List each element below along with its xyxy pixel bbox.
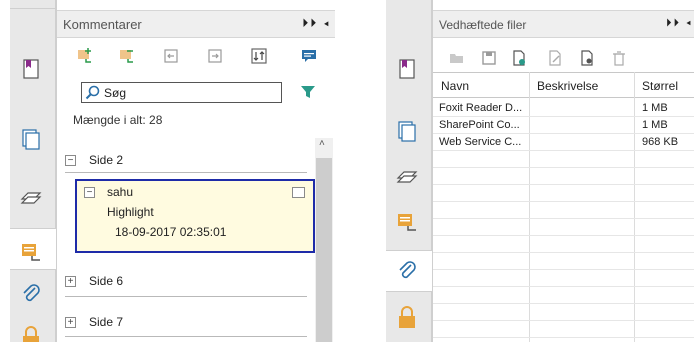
- comments-main: Kommentarer ⏵⏵ ◂ Søg Mængde i alt: 28 − …: [56, 0, 335, 342]
- import-icon[interactable]: [163, 48, 179, 64]
- add-file-icon[interactable]: [511, 50, 527, 66]
- group-side-7[interactable]: + Side 7: [65, 313, 315, 333]
- comments-title-bar: Kommentarer ⏵⏵ ◂: [57, 10, 335, 38]
- group-label: Side 7: [89, 315, 124, 329]
- file-size: 1 MB: [642, 119, 668, 131]
- layers-icon[interactable]: [396, 164, 418, 186]
- save-icon[interactable]: [481, 50, 497, 66]
- expand-toggle[interactable]: +: [65, 276, 76, 287]
- pages-icon[interactable]: [20, 128, 42, 150]
- scroll-thumb[interactable]: [316, 158, 332, 342]
- sort-icon[interactable]: [251, 48, 267, 64]
- empty-row: [433, 321, 694, 338]
- add-comment-icon[interactable]: [77, 48, 93, 64]
- attachments-main: Vedhæftede filer ⏵⏵ ◂ Navn Beskrivelse S…: [432, 0, 694, 342]
- empty-row: [433, 168, 694, 185]
- comments-panel: Kommentarer ⏵⏵ ◂ Søg Mængde i alt: 28 − …: [10, 0, 335, 342]
- file-name: Web Service C...: [439, 136, 522, 148]
- empty-row: [433, 304, 694, 321]
- column-header-size[interactable]: Størrel: [642, 79, 678, 93]
- open-folder-icon[interactable]: [449, 50, 465, 66]
- collapse-toggle[interactable]: −: [65, 155, 76, 166]
- empty-row: [433, 287, 694, 304]
- collapse-toggle[interactable]: −: [84, 187, 95, 198]
- attachments-table: Navn Beskrivelse Størrel Foxit Reader D.…: [433, 72, 694, 342]
- selected-comment-card[interactable]: − sahu Highlight 18-09-2017 02:35:01: [75, 179, 315, 253]
- group-side-6[interactable]: + Side 6: [65, 272, 315, 292]
- table-row[interactable]: Foxit Reader D... 1 MB: [433, 100, 694, 117]
- panel-title: Vedhæftede filer: [439, 18, 527, 32]
- search-placeholder: Søg: [104, 86, 127, 100]
- table-row[interactable]: Web Service C... 968 KB: [433, 134, 694, 151]
- empty-row: [433, 185, 694, 202]
- pages-icon[interactable]: [396, 120, 418, 142]
- attachment-icon[interactable]: [396, 260, 418, 282]
- empty-row: [433, 253, 694, 270]
- empty-row: [433, 202, 694, 219]
- empty-row: [433, 219, 694, 236]
- group-label: Side 2: [89, 153, 124, 167]
- vertical-scrollbar[interactable]: ˄: [315, 138, 333, 342]
- attachments-title-bar: Vedhæftede filer ⏵⏵ ◂: [433, 10, 694, 38]
- left-nav-rail: [10, 0, 56, 342]
- group-label: Side 6: [89, 274, 124, 288]
- divider: [65, 172, 307, 173]
- divider: [65, 296, 307, 297]
- filter-icon[interactable]: [300, 84, 316, 100]
- properties-icon[interactable]: [579, 50, 595, 66]
- comments-icon[interactable]: [20, 240, 42, 262]
- export-icon[interactable]: [207, 48, 223, 64]
- comment-checkbox[interactable]: [292, 187, 305, 198]
- column-header-name[interactable]: Navn: [441, 79, 469, 93]
- edit-icon[interactable]: [547, 50, 563, 66]
- remove-comment-icon[interactable]: [119, 48, 135, 64]
- total-count: Mængde i alt: 28: [73, 113, 163, 127]
- lock-icon[interactable]: [20, 326, 42, 342]
- file-size: 968 KB: [642, 136, 679, 148]
- empty-row: [433, 270, 694, 287]
- search-icon: [85, 85, 100, 100]
- empty-row: [433, 236, 694, 253]
- lock-icon[interactable]: [396, 306, 418, 328]
- empty-row: [433, 151, 694, 168]
- group-side-2[interactable]: − Side 2: [65, 151, 315, 171]
- scroll-up-icon[interactable]: ˄: [319, 138, 325, 149]
- comments-toolbar: [75, 46, 330, 70]
- comments-icon[interactable]: [396, 210, 418, 232]
- bookmark-icon[interactable]: [20, 58, 42, 80]
- expand-toggle[interactable]: +: [65, 317, 76, 328]
- right-nav-rail: [386, 0, 432, 342]
- delete-icon[interactable]: [611, 50, 627, 66]
- panel-collapse-buttons[interactable]: ⏵⏵ ◂: [666, 17, 693, 30]
- comment-bubble-icon[interactable]: [301, 48, 317, 64]
- layers-icon[interactable]: [20, 185, 42, 207]
- attachments-panel: Vedhæftede filer ⏵⏵ ◂ Navn Beskrivelse S…: [386, 0, 694, 342]
- column-header-description[interactable]: Beskrivelse: [537, 79, 598, 93]
- search-input[interactable]: Søg: [81, 82, 282, 103]
- attachment-icon[interactable]: [20, 283, 42, 305]
- panel-collapse-buttons[interactable]: ⏵⏵ ◂: [302, 16, 331, 31]
- comment-date: 18-09-2017 02:35:01: [115, 225, 227, 239]
- divider: [65, 336, 307, 337]
- file-name: SharePoint Co...: [439, 119, 520, 131]
- panel-title: Kommentarer: [63, 17, 142, 32]
- file-name: Foxit Reader D...: [439, 102, 523, 114]
- table-row[interactable]: SharePoint Co... 1 MB: [433, 117, 694, 134]
- comment-type: Highlight: [107, 205, 154, 219]
- table-header: Navn Beskrivelse Størrel: [433, 72, 694, 98]
- bookmark-icon[interactable]: [396, 58, 418, 80]
- file-size: 1 MB: [642, 102, 668, 114]
- comment-author: sahu: [107, 185, 134, 199]
- attachments-toolbar: [447, 48, 667, 68]
